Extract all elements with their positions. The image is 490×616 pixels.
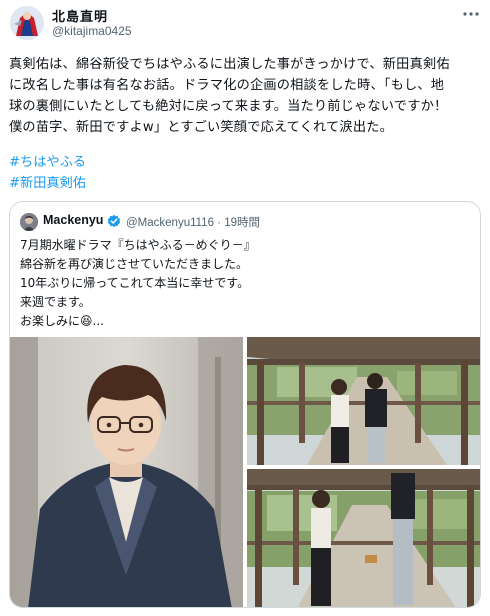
quoted-line: お楽しみに😆...	[20, 314, 104, 328]
quoted-author-handle[interactable]: @Mackenyu1116	[126, 217, 214, 229]
quoted-tweet-card[interactable]: Mackenyu @Mackenyu1116 · 19時間 7月期水曜ドラマ『ち…	[9, 201, 481, 608]
quoted-line: 来週でます。	[20, 295, 91, 309]
tweet-text: 真剣佑は、綿谷新役でちはやふるに出演した事がきっかけで、新田真剣佑 に改名した事…	[9, 54, 483, 138]
tweet-line: 僕の苗字、新田ですよw」とすごい笑顔で応えてくれて涙出た。	[9, 120, 393, 135]
tweet-line: に改名した事は有名なお話。ドラマ化の企画の相談をした時、「もし、地	[9, 78, 445, 93]
verified-badge-icon	[107, 213, 121, 228]
quoted-author-name[interactable]: Mackenyu	[43, 213, 103, 227]
photo-portrait[interactable]	[10, 337, 243, 607]
author-name[interactable]: 北島直明	[52, 6, 108, 25]
hashtag-link[interactable]: #新田真剣佑	[9, 172, 86, 191]
quoted-line: 綿谷新を再び演じさせていただきました。	[20, 257, 249, 271]
author-avatar[interactable]	[10, 6, 44, 40]
author-handle[interactable]: @kitajima0425	[52, 24, 132, 38]
tweet-line: 球の裏側にいたとしても絶対に戻って来ます。当たり前じゃないですか！	[9, 99, 448, 114]
media-grid	[10, 337, 480, 607]
quoted-timestamp[interactable]: 19時間	[224, 217, 260, 229]
photo-corridor-bottom[interactable]	[247, 469, 480, 607]
tweet-line: 真剣佑は、綿谷新役でちはやふるに出演した事がきっかけで、新田真剣佑	[9, 57, 450, 72]
more-dots-icon[interactable]	[460, 6, 482, 22]
hashtag-link[interactable]: #ちはやふる	[9, 151, 86, 170]
quoted-tweet-text: 7月期水曜ドラマ『ちはやふる－めぐり－』 綿谷新を再び演じさせていただきました。…	[20, 236, 470, 331]
quoted-line: 7月期水曜ドラマ『ちはやふる－めぐり－』	[20, 238, 256, 252]
photo-corridor-top[interactable]	[247, 337, 480, 465]
quoted-meta: @Mackenyu1116 · 19時間	[126, 214, 260, 230]
quoted-author-avatar[interactable]	[20, 213, 38, 231]
meta-separator: ·	[217, 217, 222, 229]
quoted-line: 10年ぶりに帰ってこれて本当に幸せです。	[20, 276, 250, 290]
